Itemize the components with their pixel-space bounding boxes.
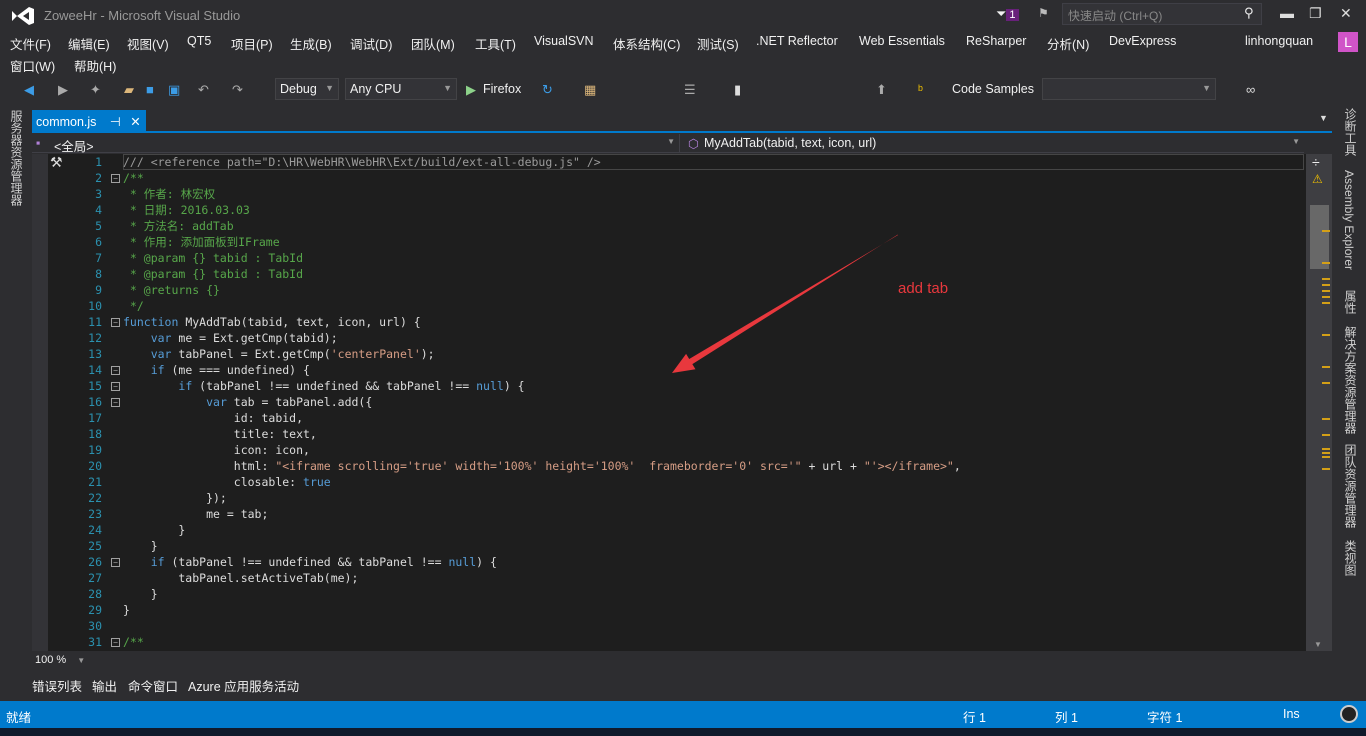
status-col: 列 1	[1055, 711, 1078, 725]
zoom-level[interactable]: 100 %	[35, 654, 66, 666]
tab-azure-activity[interactable]: Azure 应用服务活动	[188, 676, 299, 695]
chevron-down-icon[interactable]: ▼	[77, 656, 85, 665]
notification-icon[interactable]	[1340, 705, 1358, 723]
zoom-bar: 100 % ▼	[32, 652, 1306, 668]
tab-output[interactable]: 输出	[92, 676, 117, 695]
status-char: 字符 1	[1147, 711, 1183, 725]
annotation-arrow	[672, 234, 898, 373]
status-row: 行 1	[963, 711, 986, 725]
status-bar: 就绪 行 1 列 1 字符 1 Ins	[0, 701, 1366, 728]
tab-error-list[interactable]: 错误列表	[32, 676, 82, 695]
status-mode: Ins	[1283, 707, 1300, 721]
status-text: 就绪	[6, 711, 32, 725]
arrow-shape	[672, 234, 898, 373]
taskbar	[0, 728, 1366, 736]
annotation-label: add tab	[898, 280, 949, 297]
tab-command-window[interactable]: 命令窗口	[128, 676, 178, 695]
